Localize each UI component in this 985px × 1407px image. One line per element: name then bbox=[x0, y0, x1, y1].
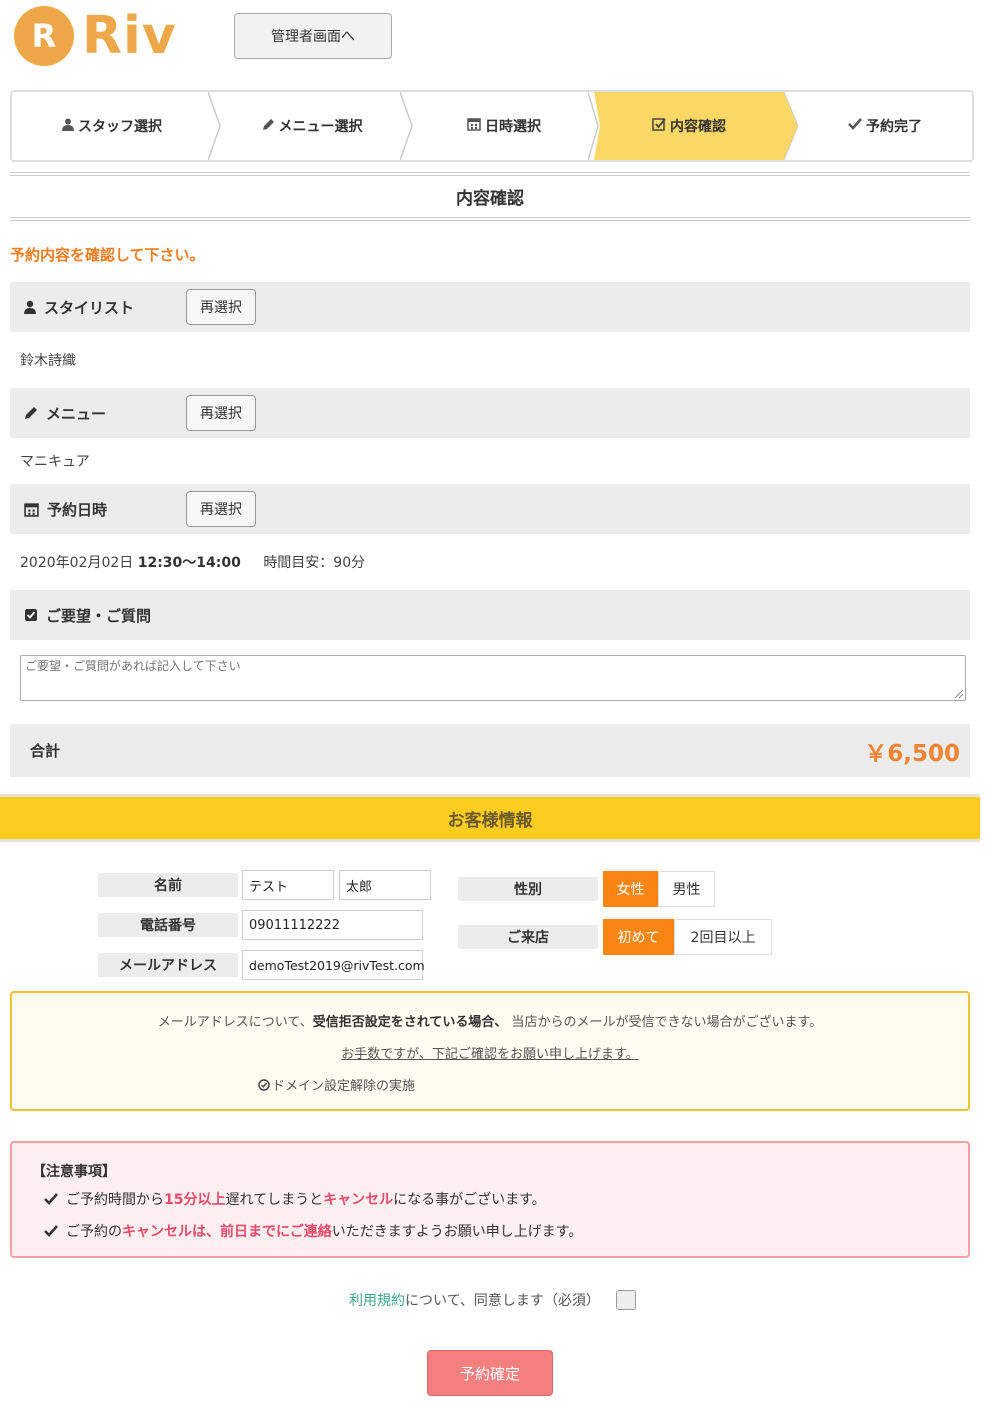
confirm-notice: 予約内容を確認して下さい。 bbox=[10, 246, 205, 264]
check-icon bbox=[44, 1225, 58, 1237]
step-complete: 予約完了 bbox=[798, 92, 972, 160]
step-menu: メニュー選択 bbox=[216, 92, 408, 160]
datetime-reselect-button[interactable]: 再選択 bbox=[186, 491, 256, 527]
first-name-input[interactable]: 太郎 bbox=[339, 870, 431, 900]
step-label: スタッフ選択 bbox=[78, 119, 162, 135]
stylist-value: 鈴木詩織 bbox=[20, 353, 76, 369]
total-price: ￥6,500 bbox=[864, 740, 960, 767]
phone-label: 電話番号 bbox=[98, 913, 238, 937]
menu-label: メニュー bbox=[10, 403, 186, 424]
visit-first-toggle[interactable]: 初めて bbox=[603, 919, 674, 955]
logo[interactable]: R Riv bbox=[14, 6, 177, 66]
caution-text: 遅れてしまうと bbox=[225, 1192, 324, 1208]
step-staff: スタッフ選択 bbox=[12, 92, 212, 160]
caution-text: ご予約時間から bbox=[66, 1192, 164, 1208]
check-icon bbox=[44, 1193, 58, 1205]
gender-female-toggle[interactable]: 女性 bbox=[603, 871, 658, 907]
gender-male-toggle[interactable]: 男性 bbox=[658, 871, 715, 907]
stylist-label-text: スタイリスト bbox=[44, 298, 135, 317]
check-square-icon bbox=[652, 117, 666, 135]
caution-item-cancel: ご予約の キャンセルは、前日までにご連絡 いただきますようお願い申し上げます。 bbox=[44, 1221, 582, 1241]
caution-highlight: キャンセルは、前日までにご連絡 bbox=[122, 1224, 332, 1240]
resize-grip-icon[interactable] bbox=[955, 690, 963, 698]
mail-notice-line1: メールアドレスについて、受信拒否設定をされている場合、 当店からのメールが受信で… bbox=[12, 1011, 968, 1030]
visit-label: ご来店 bbox=[458, 925, 598, 949]
logo-mark: R bbox=[14, 6, 74, 66]
email-input[interactable]: demoTest2019@rivTest.com bbox=[242, 950, 425, 980]
title-rule-top bbox=[10, 172, 970, 176]
reservation-date: 2020年02月02日 bbox=[20, 555, 134, 571]
terms-agree-checkbox[interactable] bbox=[615, 1290, 636, 1310]
step-label: 日時選択 bbox=[485, 119, 541, 135]
email-label: メールアドレス bbox=[98, 953, 238, 977]
caution-text: ご予約の bbox=[66, 1224, 122, 1240]
caution-box: 【注意事項】 ご予約時間から 15分以上 遅れてしまうと キャンセル になる事がございま… bbox=[10, 1141, 970, 1258]
step-confirm: 内容確認 bbox=[594, 92, 784, 160]
caution-highlight: キャンセル bbox=[323, 1192, 394, 1208]
request-textarea[interactable]: ご要望・ご質問があれば記入して下さい bbox=[20, 655, 966, 701]
step-label: 内容確認 bbox=[670, 119, 726, 135]
user-icon bbox=[24, 300, 36, 314]
menu-value: マニキュア bbox=[20, 454, 90, 470]
reservation-duration: 時間目安：90分 bbox=[263, 555, 366, 571]
domain-setting-link[interactable]: ドメイン設定解除の実施 bbox=[272, 1075, 415, 1094]
step-indicator: スタッフ選択 メニュー選択 日時選択 内容確認 予約完了 bbox=[10, 90, 974, 162]
page-title: 内容確認 bbox=[456, 189, 524, 209]
datetime-value: 2020年02月02日 12:30〜14:00 時間目安：90分 bbox=[20, 552, 365, 572]
pencil-icon bbox=[24, 406, 38, 420]
request-label-text: ご要望・ご質問 bbox=[46, 606, 152, 625]
last-name-input[interactable]: テスト bbox=[242, 870, 334, 900]
title-rule-bottom bbox=[10, 217, 970, 221]
terms-agreement: 利用規約 について、同意します（必須） bbox=[0, 1290, 985, 1310]
caution-text: いただきますようお願い申し上げます。 bbox=[331, 1224, 583, 1240]
visit-repeat-toggle[interactable]: 2回目以上 bbox=[674, 919, 772, 955]
step-label: 予約完了 bbox=[866, 119, 922, 135]
step-divider bbox=[588, 92, 600, 160]
mail-notice-text: メールアドレスについて、 bbox=[157, 1015, 313, 1030]
confirm-reservation-button[interactable]: 予約確定 bbox=[427, 1350, 553, 1396]
admin-page-button[interactable]: 管理者画面へ bbox=[234, 13, 392, 59]
request-section: ご要望・ご質問 bbox=[10, 590, 970, 640]
stylist-section: スタイリスト 再選択 bbox=[10, 282, 970, 332]
logo-text: Riv bbox=[82, 6, 177, 66]
mail-notice-line2: お手数ですが、下記ご確認をお願い申し上げます。 bbox=[341, 1047, 639, 1062]
stylist-label: スタイリスト bbox=[10, 297, 186, 318]
menu-section: メニュー 再選択 bbox=[10, 388, 970, 438]
total-row: 合計 ￥6,500 bbox=[10, 724, 970, 777]
check-icon bbox=[848, 118, 862, 134]
customer-info-heading: お客様情報 bbox=[0, 794, 980, 842]
terms-agree-text: について、同意します（必須） bbox=[405, 1293, 600, 1309]
gender-label: 性別 bbox=[458, 877, 598, 901]
pencil-icon bbox=[262, 118, 275, 135]
terms-link[interactable]: 利用規約 bbox=[349, 1290, 405, 1310]
datetime-label: 予約日時 bbox=[10, 499, 186, 520]
mail-notice-text: 当店からのメールが受信できない場合がございます。 bbox=[511, 1015, 823, 1030]
menu-label-text: メニュー bbox=[46, 404, 107, 423]
datetime-section: 予約日時 再選択 bbox=[10, 484, 970, 534]
calendar-icon bbox=[467, 117, 481, 135]
request-placeholder: ご要望・ご質問があれば記入して下さい bbox=[25, 659, 241, 673]
calendar-icon bbox=[24, 502, 39, 517]
caution-item-late: ご予約時間から 15分以上 遅れてしまうと キャンセル になる事がございます。 bbox=[44, 1189, 546, 1209]
caution-highlight: 15分以上 bbox=[164, 1192, 226, 1208]
phone-input[interactable]: 09011112222 bbox=[242, 910, 423, 940]
name-label: 名前 bbox=[98, 873, 238, 897]
request-label: ご要望・ご質問 bbox=[10, 605, 151, 626]
reservation-time: 12:30〜14:00 bbox=[137, 555, 241, 571]
step-label: メニュー選択 bbox=[278, 119, 363, 135]
datetime-label-text: 予約日時 bbox=[47, 500, 108, 519]
total-label: 合計 bbox=[30, 742, 61, 760]
caution-text: になる事がございます。 bbox=[393, 1192, 546, 1208]
user-icon bbox=[62, 118, 74, 135]
check-square-icon bbox=[24, 608, 38, 622]
check-circle-icon bbox=[258, 1078, 270, 1091]
stylist-reselect-button[interactable]: 再選択 bbox=[186, 289, 256, 325]
mail-notice-bold: 受信拒否設定をされている場合、 bbox=[312, 1015, 508, 1030]
menu-reselect-button[interactable]: 再選択 bbox=[186, 395, 256, 431]
step-datetime: 日時選択 bbox=[408, 92, 600, 160]
mail-notice-line3[interactable]: ドメイン設定解除の実施 bbox=[258, 1075, 415, 1094]
caution-heading: 【注意事項】 bbox=[32, 1164, 116, 1180]
mail-notice-box: メールアドレスについて、受信拒否設定をされている場合、 当店からのメールが受信で… bbox=[10, 991, 970, 1111]
